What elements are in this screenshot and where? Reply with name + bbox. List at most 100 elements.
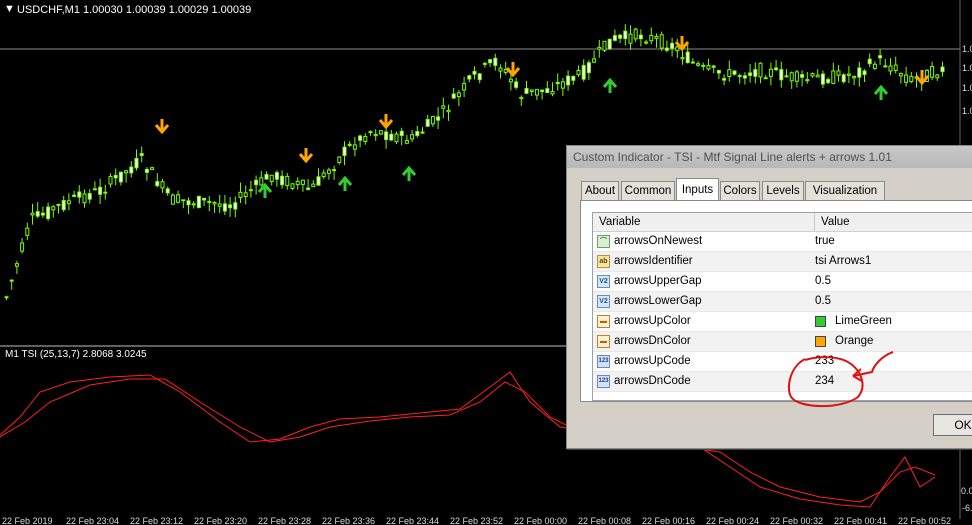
variable-value[interactable]: 0.5	[815, 292, 831, 311]
candle-body	[290, 183, 295, 189]
price-tick: 1.0	[962, 106, 972, 116]
table-row[interactable]: ab arrowsIdentifier tsi Arrows1	[593, 252, 972, 272]
price-tick: 1.0	[962, 63, 972, 73]
tab-about[interactable]: About	[581, 181, 619, 200]
candle-body	[763, 77, 768, 80]
tab-levels[interactable]: Levels	[762, 181, 804, 200]
price-tick: 1.0	[962, 83, 972, 93]
variable-value[interactable]: 234	[815, 372, 834, 391]
buy-arrow-icon	[257, 182, 273, 198]
variable-value[interactable]: 233	[815, 352, 834, 371]
candle-body	[820, 73, 825, 85]
candle-body	[488, 59, 493, 64]
indicator-label: M1 TSI (25,13,7) 2.8068 3.0245	[5, 349, 147, 360]
candle-body	[186, 200, 191, 206]
candle-body	[555, 81, 560, 85]
candle-body	[748, 72, 753, 76]
time-tick: 22 Feb 23:36	[322, 516, 376, 525]
candle-body	[446, 109, 451, 113]
candle-body	[550, 91, 555, 95]
candle-body	[742, 75, 747, 79]
table-row[interactable]: ⌒ arrowsOnNewest true	[593, 232, 972, 252]
candle-body	[394, 133, 399, 143]
candle-body	[150, 167, 155, 170]
table-row[interactable]: V2 arrowsLowerGap 0.5	[593, 292, 972, 312]
column-header-variable[interactable]: Variable	[593, 213, 815, 232]
candle-body	[768, 68, 773, 77]
candle-body	[404, 139, 409, 144]
candle-body	[342, 146, 347, 156]
candle-body	[181, 199, 186, 202]
candle-body	[337, 156, 342, 163]
table-row[interactable]: V2 arrowsUpperGap 0.5	[593, 272, 972, 292]
table-row[interactable]: ▬ arrowsDnColor Orange	[593, 332, 972, 352]
time-tick: 22 Feb 23:28	[258, 516, 312, 525]
candle-body	[9, 279, 14, 282]
candle-body	[753, 69, 758, 77]
candle-body	[462, 83, 467, 91]
time-tick: 22 Feb 23:52	[450, 516, 504, 525]
table-row[interactable]: 123 arrowsDnCode 234	[593, 372, 972, 392]
candle-body	[508, 78, 513, 83]
candle-body	[410, 134, 415, 140]
variable-value[interactable]: true	[815, 232, 835, 251]
candle-body	[680, 57, 685, 60]
candle-body	[514, 81, 519, 88]
candle-body	[82, 193, 87, 204]
time-axis: 22 Feb 2019 22 Feb 23:04 22 Feb 23:12 22…	[0, 516, 972, 525]
candle-body	[66, 200, 71, 205]
candle-body	[519, 96, 524, 100]
candle-body	[826, 79, 831, 84]
time-tick: 22 Feb 00:08	[578, 516, 632, 525]
candle-body	[566, 75, 571, 86]
candle-body	[930, 65, 935, 78]
candle-body	[259, 177, 264, 186]
candle-body	[420, 131, 425, 134]
dialog-title-bar[interactable]: Custom Indicator - TSI - Mtf Signal Line…	[567, 146, 972, 168]
integer-type-icon: 123	[597, 355, 610, 368]
candle-body	[77, 191, 82, 198]
candle-body	[482, 62, 487, 65]
price-tick: 1.0	[962, 44, 972, 54]
candle-body	[529, 89, 534, 93]
column-header-value[interactable]: Value	[815, 213, 972, 232]
candle-body	[248, 189, 253, 192]
inputs-table[interactable]: Variable Value ⌒ arrowsOnNewest true ab …	[592, 212, 972, 401]
candle-body	[784, 75, 789, 78]
candle-body	[176, 194, 181, 203]
candle-body	[87, 193, 92, 200]
variable-value[interactable]: Orange	[835, 332, 873, 351]
candle-body	[571, 75, 576, 81]
candle-body	[108, 176, 113, 185]
ok-button[interactable]: OK	[933, 414, 972, 436]
candle-body	[202, 197, 207, 201]
chart-caption-icon: ▼	[4, 3, 15, 15]
table-row[interactable]: 123 arrowsUpCode 233	[593, 352, 972, 372]
candle-body	[61, 200, 66, 211]
candle-body	[285, 175, 290, 187]
candle-body	[274, 172, 279, 180]
candle-body	[758, 62, 763, 78]
candle-body	[254, 179, 259, 186]
candle-body	[524, 87, 529, 94]
tab-common[interactable]: Common	[621, 181, 675, 200]
tab-visualization[interactable]: Visualization	[805, 181, 885, 200]
candle-body	[685, 51, 690, 64]
candle-body	[113, 174, 118, 179]
tab-inputs[interactable]: Inputs	[676, 178, 719, 201]
candle-body	[326, 169, 331, 174]
candle-body	[451, 93, 456, 99]
custom-indicator-dialog[interactable]: Custom Indicator - TSI - Mtf Signal Line…	[566, 145, 972, 449]
variable-value[interactable]: 0.5	[815, 272, 831, 291]
candle-body	[430, 116, 435, 125]
candle-body	[269, 174, 274, 183]
variable-value[interactable]: tsi Arrows1	[815, 252, 871, 271]
tab-colors[interactable]: Colors	[720, 181, 760, 200]
table-row[interactable]: ▬ arrowsUpColor LimeGreen	[593, 312, 972, 332]
time-tick: 22 Feb 23:44	[386, 516, 440, 525]
variable-value[interactable]: LimeGreen	[835, 312, 892, 331]
candle-body	[706, 65, 711, 70]
candle-body	[883, 65, 888, 68]
candle-body	[472, 70, 477, 75]
candle-body	[545, 88, 550, 93]
